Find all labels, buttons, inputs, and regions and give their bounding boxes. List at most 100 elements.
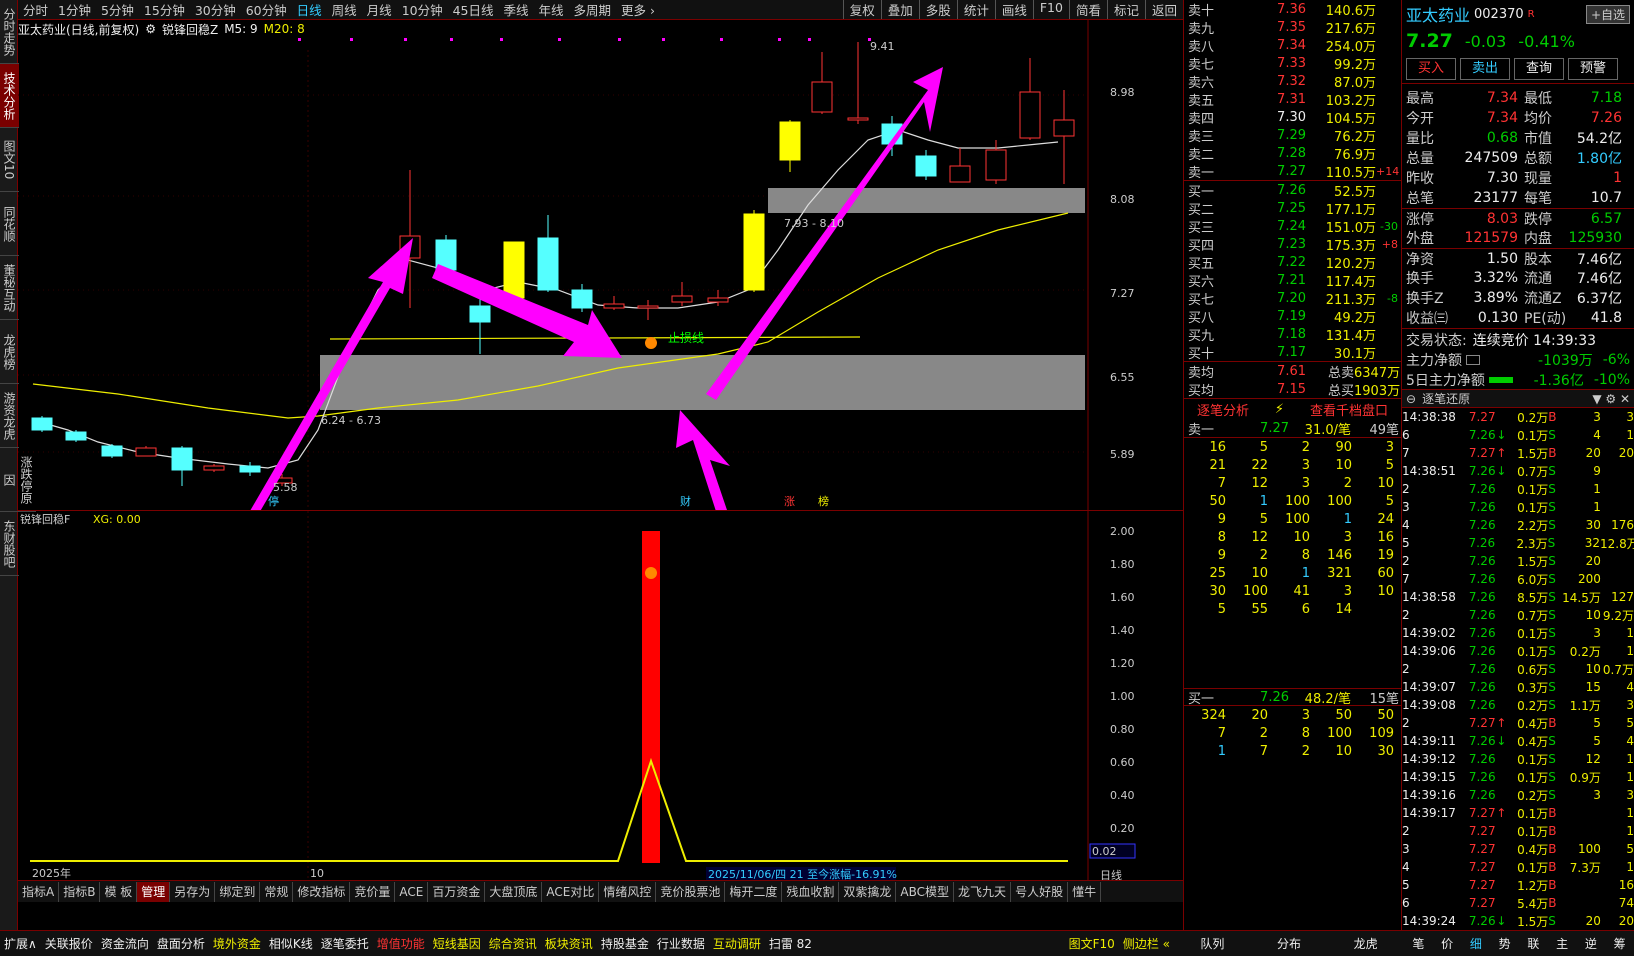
left-tab-0[interactable]: 分时走势 [0,0,19,64]
footer-tab3-2[interactable]: 细 [1466,935,1486,952]
footer-link-11[interactable]: 持股基金 [597,935,653,952]
footer-link-13[interactable]: 互动调研 [709,935,765,952]
tool-button-7[interactable]: 标记 [1106,0,1145,19]
left-tab-5[interactable]: 龙虎榜 [0,320,19,384]
tool-button-2[interactable]: 多股 [918,0,957,19]
tool-button-3[interactable]: 统计 [956,0,995,19]
period-10[interactable]: 45日线 [448,0,499,19]
indicator-tab-1[interactable]: 指标B [59,881,101,902]
indicator-tab-0[interactable]: 指标A [18,881,60,902]
indicator-tab-5[interactable]: 绑定到 [215,881,261,902]
left-tab-6[interactable]: 游资龙虎 [0,384,19,448]
period-8[interactable]: 月线 [362,0,397,19]
gear-icon[interactable]: ⚙ [145,22,156,36]
indicator-tab-10[interactable]: 百万资金 [428,881,486,902]
period-9[interactable]: 10分钟 [397,0,448,19]
indicator-tab-6[interactable]: 常规 [260,881,294,902]
tool-button-5[interactable]: F10 [1032,0,1069,19]
footer-link-4[interactable]: 境外资金 [209,935,265,952]
buy-level[interactable]: 买六 7.21 117.4万 [1184,271,1401,290]
indicator-tab-19[interactable]: 龙飞九天 [954,881,1012,902]
sell-level[interactable]: 卖五 7.31 103.2万 [1184,90,1401,109]
footer-tab3-7[interactable]: 筹 [1610,935,1630,952]
indicator-tab-7[interactable]: 修改指标 [293,881,351,902]
footer-right-1[interactable]: 侧边栏 « [1119,935,1174,952]
footer-link-12[interactable]: 行业数据 [653,935,709,952]
period-12[interactable]: 年线 [534,0,569,19]
period-6[interactable]: 日线 [292,0,327,19]
period-1[interactable]: 1分钟 [53,0,96,19]
left-tab-8[interactable]: 东财股吧 [0,512,19,576]
indicator-tab-20[interactable]: 号人好股 [1011,881,1069,902]
footer-link-14[interactable]: 扫雷 82 [765,935,816,952]
indicator-tab-17[interactable]: 双紫擒龙 [839,881,897,902]
footer-link-5[interactable]: 相似K线 [265,935,317,952]
indicator-tab-9[interactable]: ACE [395,881,429,902]
indicator-tab-18[interactable]: ABC模型 [896,881,955,902]
footer-tab3-1[interactable]: 价 [1437,935,1457,952]
action-button-0[interactable]: 买入 [1406,57,1456,80]
indicator-tab-2[interactable]: 模 板 [100,881,138,902]
buy-level[interactable]: 买三 7.24 151.0万 -30 [1184,217,1401,236]
indicator-tab-12[interactable]: ACE对比 [542,881,600,902]
footer-link-1[interactable]: 关联报价 [41,935,97,952]
action-button-1[interactable]: 卖出 [1460,57,1510,80]
footer-link-6[interactable]: 逐笔委托 [317,935,373,952]
buy-level[interactable]: 买十 7.17 30.1万 [1184,343,1401,362]
indicator-tab-8[interactable]: 竞价量 [350,881,396,902]
indicator-tab-15[interactable]: 梅开二度 [725,881,783,902]
period-11[interactable]: 季线 [499,0,534,19]
buy-level[interactable]: 买四 7.23 175.3万 +8 [1184,235,1401,254]
indicator-tab-11[interactable]: 大盘顶底 [485,881,543,902]
footer-tab2-2[interactable]: 龙虎 [1350,935,1382,952]
footer-tab3-5[interactable]: 主 [1552,935,1572,952]
tool-button-4[interactable]: 画线 [994,0,1033,19]
buy-level[interactable]: 买八 7.19 49.2万 [1184,307,1401,326]
action-button-2[interactable]: 查询 [1514,57,1564,80]
indicator-tab-4[interactable]: 另存为 [170,881,216,902]
tool-button-1[interactable]: 叠加 [880,0,919,19]
footer-tab3-0[interactable]: 笔 [1408,935,1428,952]
action-button-3[interactable]: 预警 [1568,57,1618,80]
qiandang-link[interactable]: 查看千档盘口 [1310,400,1388,419]
footer-link-2[interactable]: 资金流向 [97,935,153,952]
period-2[interactable]: 5分钟 [96,0,139,19]
indicator-tab-13[interactable]: 情绪风控 [599,881,657,902]
footer-link-8[interactable]: 短线基因 [429,935,485,952]
sell-level[interactable]: 卖十 7.36 140.6万 [1184,0,1401,19]
period-4[interactable]: 30分钟 [190,0,241,19]
buy-level[interactable]: 买二 7.25 177.1万 [1184,199,1401,218]
sell-level[interactable]: 卖九 7.35 217.6万 [1184,18,1401,37]
left-tab-2[interactable]: 图文10 [0,128,19,192]
footer-tab3-3[interactable]: 势 [1495,935,1515,952]
buy-level[interactable]: 买五 7.22 120.2万 [1184,253,1401,272]
left-tab-3[interactable]: 同花顺 [0,192,19,256]
footer-link-9[interactable]: 综合资讯 [485,935,541,952]
footer-link-3[interactable]: 盘面分析 [153,935,209,952]
period-5[interactable]: 60分钟 [241,0,292,19]
indicator-tab-3[interactable]: 管理 [137,881,171,902]
add-favorite-button[interactable]: +自选 [1585,4,1630,24]
sell-level[interactable]: 卖六 7.32 87.0万 [1184,72,1401,91]
footer-link-10[interactable]: 板块资讯 [541,935,597,952]
indicator-tab-16[interactable]: 残血收割 [782,881,840,902]
buy-level[interactable]: 买七 7.20 211.3万 -8 [1184,289,1401,308]
sell-level[interactable]: 卖七 7.33 99.2万 [1184,54,1401,73]
sell-level[interactable]: 卖三 7.29 76.2万 [1184,126,1401,145]
footer-link-0[interactable]: 扩展∧ [0,935,41,952]
footer-tab3-4[interactable]: 联 [1523,935,1543,952]
left-tab-4[interactable]: 董秘互动 [0,256,19,320]
footer-tab2-0[interactable]: 队列 [1196,935,1228,952]
kline-chart[interactable]: 9.41 5.58 6.24 - 6.73 7.93 - 8.10 止损线 停 … [18,20,1183,775]
indicator-name[interactable]: 锐锋回稳Z [162,21,218,38]
period-14[interactable]: 更多 › [616,0,660,19]
collapse-icon[interactable]: ⊖ [1406,392,1416,406]
left-tab-1[interactable]: 技术分析 [0,64,19,128]
footer-right-0[interactable]: 图文F10 [1065,935,1119,952]
tool-button-6[interactable]: 简看 [1068,0,1107,19]
tool-button-0[interactable]: 复权 [842,0,881,19]
filter-icon[interactable]: ▼ ⚙ ✕ [1592,392,1630,406]
sell-level[interactable]: 卖四 7.30 104.5万 [1184,108,1401,127]
indicator-tab-21[interactable]: 懂牛 [1068,881,1102,902]
zhubi-title[interactable]: 逐笔分析 [1197,400,1249,419]
